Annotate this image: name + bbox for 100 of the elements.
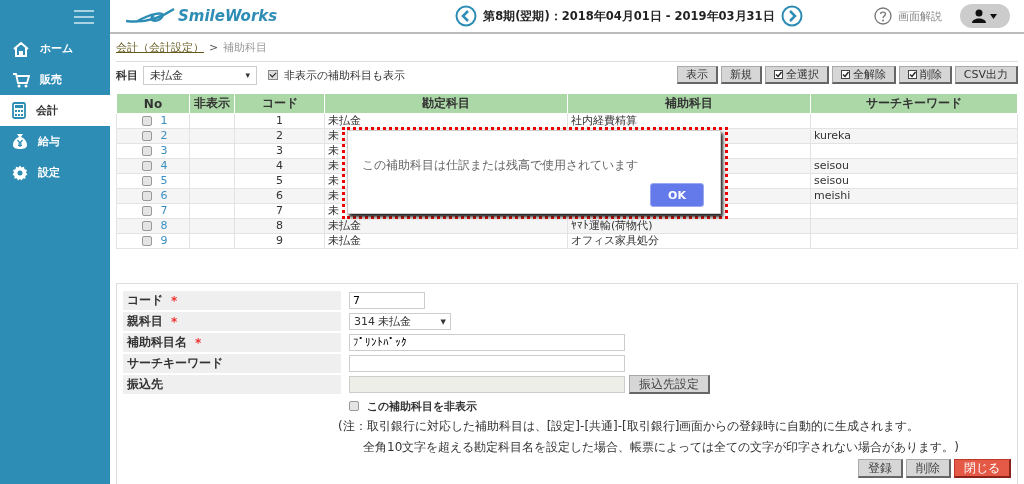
table-cell: 未 bbox=[328, 159, 339, 172]
dialog-message: この補助科目は仕訳または残高で使用されています bbox=[362, 157, 638, 174]
row-number-link[interactable]: 4 bbox=[160, 159, 168, 172]
row-checkbox[interactable] bbox=[142, 236, 152, 246]
toolbar-button[interactable]: 全選択 bbox=[764, 66, 829, 84]
toolbar-button[interactable]: CSV出力 bbox=[954, 66, 1018, 84]
toolbar-button[interactable]: 新規 bbox=[720, 66, 762, 84]
row-number-link[interactable]: 1 bbox=[160, 114, 168, 127]
sidebar-item[interactable]: 給与 bbox=[0, 126, 110, 157]
home-icon bbox=[12, 40, 30, 57]
column-header: 補助科目 bbox=[567, 93, 811, 114]
sidebar-item[interactable]: ホーム bbox=[0, 33, 110, 64]
gear-icon bbox=[12, 164, 28, 181]
row-checkbox[interactable] bbox=[142, 116, 152, 126]
table-cell: 8 bbox=[276, 219, 283, 232]
field-label: 補助科目名 bbox=[127, 334, 187, 351]
table-cell: 未 bbox=[328, 129, 339, 142]
checkbox-icon bbox=[773, 70, 783, 79]
table-cell: meishi bbox=[814, 189, 851, 202]
input-field[interactable] bbox=[349, 355, 625, 372]
sidebar-item[interactable]: 会計 bbox=[0, 95, 110, 126]
column-header: コード bbox=[234, 93, 325, 114]
table-cell: 未払金 bbox=[328, 219, 361, 232]
field-label: コード bbox=[127, 292, 163, 309]
cart-icon bbox=[12, 71, 30, 88]
table-cell: 未払金 bbox=[328, 234, 361, 247]
column-header: 勘定科目 bbox=[324, 93, 568, 114]
toolbar-button[interactable]: 表示 bbox=[676, 66, 718, 84]
table-cell: ﾔﾏﾄ運輸(荷物代) bbox=[571, 219, 653, 232]
filter-label: 科目 bbox=[116, 67, 138, 83]
row-checkbox[interactable] bbox=[142, 206, 152, 216]
required-mark: * bbox=[171, 293, 178, 308]
sidebar-item[interactable]: 設定 bbox=[0, 157, 110, 188]
transfer-settings-button[interactable]: 振込先設定 bbox=[629, 375, 710, 394]
table-cell: seisou bbox=[814, 174, 849, 187]
row-checkbox[interactable] bbox=[142, 191, 152, 201]
input-field[interactable]: ﾌﾟﾘﾝﾄﾊﾟｯｸ bbox=[349, 334, 625, 351]
table-cell: オフィス家具処分 bbox=[571, 234, 659, 247]
breadcrumb-link[interactable]: 会計（会計設定） bbox=[116, 40, 204, 55]
column-header: サーチキーワード bbox=[810, 93, 1018, 114]
field-label: 振込先 bbox=[127, 376, 163, 393]
table-cell: 社内経費精算 bbox=[571, 114, 637, 127]
table-cell: 9 bbox=[276, 234, 283, 247]
note-text: 全角10文字を超える勘定科目名を設定した場合、帳票によっては全ての文字が印字されない場合があります。) bbox=[363, 439, 960, 456]
row-number-link[interactable]: 7 bbox=[160, 204, 168, 217]
table-cell: 7 bbox=[276, 204, 283, 217]
ok-button[interactable]: OK bbox=[650, 183, 704, 207]
form-button[interactable]: 削除 bbox=[906, 459, 951, 478]
required-mark: * bbox=[171, 314, 178, 329]
row-checkbox[interactable] bbox=[142, 221, 152, 231]
help-link[interactable]: 画面解説 bbox=[874, 7, 942, 25]
table-cell: seisou bbox=[814, 159, 849, 172]
row-checkbox[interactable] bbox=[142, 146, 152, 156]
row-checkbox[interactable] bbox=[142, 161, 152, 171]
toolbar-button[interactable]: 全解除 bbox=[831, 66, 896, 84]
user-icon bbox=[972, 9, 998, 23]
logo-swirl-icon bbox=[126, 7, 176, 25]
table-cell: 4 bbox=[276, 159, 283, 172]
column-header: 非表示 bbox=[189, 93, 235, 114]
input-field[interactable]: 7 bbox=[349, 292, 425, 309]
next-icon[interactable] bbox=[780, 5, 803, 27]
help-icon bbox=[874, 7, 892, 25]
period-title: 第8期(翌期)：2018年04月01日 - 2019年03月31日 bbox=[483, 8, 775, 24]
checkbox-label: この補助科目を非表示 bbox=[367, 398, 477, 414]
menu-icon[interactable] bbox=[74, 8, 94, 25]
row-number-link[interactable]: 6 bbox=[160, 189, 168, 202]
logo-text: SmileWorks bbox=[178, 7, 278, 25]
row-checkbox[interactable] bbox=[142, 176, 152, 186]
form-button[interactable]: 登録 bbox=[858, 459, 903, 478]
field-label: 親科目 bbox=[127, 313, 163, 330]
table-cell: 3 bbox=[276, 144, 283, 157]
table-cell: kureka bbox=[814, 129, 851, 142]
breadcrumb-current: 補助科目 bbox=[223, 40, 268, 55]
sidebar-item[interactable]: 販売 bbox=[0, 64, 110, 95]
checkbox-icon bbox=[907, 70, 917, 79]
breadcrumb-separator: > bbox=[209, 41, 219, 54]
form-button[interactable]: 閉じる bbox=[954, 459, 1011, 478]
table-cell: 未 bbox=[328, 204, 339, 217]
required-mark: * bbox=[195, 335, 202, 350]
column-header: No bbox=[116, 93, 190, 114]
row-number-link[interactable]: 9 bbox=[160, 234, 168, 247]
toolbar-button[interactable]: 削除 bbox=[898, 66, 952, 84]
row-number-link[interactable]: 5 bbox=[160, 174, 168, 187]
show-hidden-checkbox[interactable] bbox=[268, 70, 278, 80]
table-cell: 5 bbox=[276, 174, 283, 187]
logo[interactable]: SmileWorks bbox=[126, 7, 278, 25]
account-dropdown[interactable]: 未払金 ▾ bbox=[143, 65, 257, 85]
row-number-link[interactable]: 8 bbox=[160, 219, 168, 232]
row-checkbox[interactable] bbox=[142, 131, 152, 141]
checkbox-icon bbox=[840, 70, 850, 79]
hide-checkbox[interactable] bbox=[349, 401, 359, 411]
row-number-link[interactable]: 2 bbox=[160, 129, 168, 142]
table-cell: 未払金 bbox=[328, 114, 361, 127]
row-number-link[interactable]: 3 bbox=[160, 144, 168, 157]
field-label: サーチキーワード bbox=[127, 355, 223, 372]
note-text: (注：取引銀行に対応した補助科目は、[設定]-[共通]-[取引銀行]画面からの登録時に自動的に生成されます。 bbox=[338, 418, 921, 435]
table-cell: 2 bbox=[276, 129, 283, 142]
checkbox-label: 非表示の補助科目も表示 bbox=[284, 67, 405, 83]
previous-icon[interactable] bbox=[455, 5, 478, 27]
user-menu-button[interactable] bbox=[960, 4, 1010, 28]
